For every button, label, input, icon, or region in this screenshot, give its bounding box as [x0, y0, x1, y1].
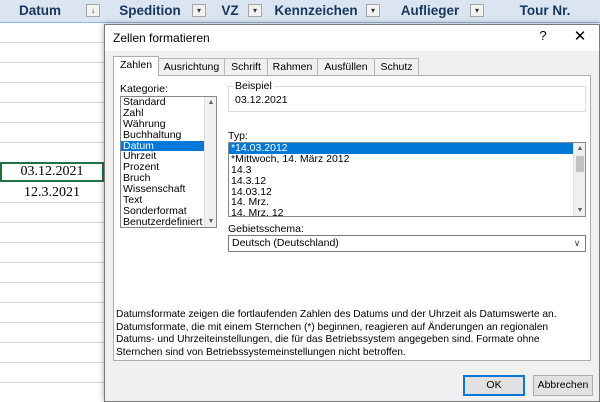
gridline — [0, 302, 105, 303]
format-description: Datumsformate zeigen die fortlaufenden Z… — [116, 309, 557, 358]
tab-zahlen[interactable]: Zahlen — [113, 56, 159, 76]
typ-label: Typ: — [228, 130, 248, 142]
filter-dropdown-icon[interactable]: ▾ — [248, 4, 262, 17]
gridline — [0, 342, 105, 343]
list-item[interactable]: 14.3.12 — [229, 175, 585, 187]
typ-scrollbar[interactable]: ▲ ▼ — [573, 143, 585, 216]
close-button[interactable]: ✕ — [571, 27, 589, 45]
beispiel-value: 03.12.2021 — [235, 94, 288, 106]
scroll-up-icon[interactable]: ▲ — [574, 143, 585, 154]
tab-ausfuellen[interactable]: Ausfüllen — [317, 58, 375, 75]
column-header-spedition[interactable]: Spedition — [110, 0, 190, 22]
table-header-row: Datum ↓ Spedition ▾ VZ ▾ Kennzeichen ▾ A… — [0, 0, 600, 23]
gridline — [0, 62, 105, 63]
gridline — [0, 322, 105, 323]
dialog-titlebar[interactable]: Zellen formatieren ? ✕ — [105, 25, 599, 51]
tab-label: Zahlen — [119, 59, 153, 71]
format-cells-dialog: Zellen formatieren ? ✕ Zahlen Ausrichtun… — [104, 24, 600, 402]
kategorie-listbox[interactable]: Standard Zahl Währung Buchhaltung Datum … — [120, 96, 217, 228]
filter-dropdown-icon[interactable]: ▾ — [192, 4, 206, 17]
tab-schrift[interactable]: Schrift — [224, 58, 268, 75]
cell-datum[interactable]: 12.3.2021 — [0, 183, 104, 203]
column-header-tour-nr[interactable]: Tour Nr. — [500, 0, 590, 22]
gridline — [0, 262, 105, 263]
cancel-button[interactable]: Abbrechen — [533, 375, 593, 396]
scroll-up-icon[interactable]: ▲ — [205, 97, 216, 108]
column-header-vz[interactable]: VZ — [212, 0, 248, 22]
scroll-thumb[interactable] — [576, 156, 584, 172]
cell-datum-active[interactable]: 03.12.2021 — [0, 162, 104, 182]
gridline — [0, 382, 105, 383]
gridline — [0, 222, 105, 223]
tab-panel-zahlen: Kategorie: Standard Zahl Währung Buchhal… — [113, 75, 591, 361]
column-header-kennzeichen[interactable]: Kennzeichen — [268, 0, 364, 22]
dialog-title: Zellen formatieren — [113, 31, 210, 45]
list-item[interactable]: 14. Mrz. 12 — [229, 208, 585, 216]
filter-dropdown-icon[interactable]: ▾ — [366, 4, 380, 17]
list-item[interactable]: Buchhaltung — [121, 129, 216, 141]
typ-listbox[interactable]: *14.03.2012 *Mittwoch, 14. März 2012 14.… — [228, 142, 586, 217]
scroll-down-icon[interactable]: ▼ — [574, 205, 585, 216]
gebietsschema-value: Deutsch (Deutschland) — [232, 237, 339, 249]
gridline — [0, 82, 105, 83]
tab-rahmen[interactable]: Rahmen — [267, 58, 318, 75]
beispiel-group: Beispiel 03.12.2021 — [228, 80, 586, 112]
gridline — [0, 142, 105, 143]
list-item[interactable]: 14.3 — [229, 164, 585, 176]
list-item[interactable]: Benutzerdefiniert — [121, 216, 216, 227]
gebietsschema-select[interactable]: Deutsch (Deutschland) ∨ — [228, 235, 586, 252]
filter-sort-icon[interactable]: ↓ — [86, 4, 100, 17]
gridline — [0, 42, 105, 43]
gridline — [0, 242, 105, 243]
column-header-auflieger[interactable]: Auflieger — [388, 0, 472, 22]
gridline — [0, 122, 105, 123]
tab-ausrichtung[interactable]: Ausrichtung — [158, 58, 225, 75]
gebietsschema-label: Gebietsschema: — [228, 223, 304, 235]
tab-schutz[interactable]: Schutz — [374, 58, 419, 75]
list-item[interactable]: 14.03.12 — [229, 186, 585, 198]
ok-button[interactable]: OK — [463, 375, 525, 396]
filter-dropdown-icon[interactable]: ▾ — [470, 4, 484, 17]
kategorie-label: Kategorie: — [120, 83, 168, 95]
gridline — [0, 282, 105, 283]
help-button[interactable]: ? — [535, 28, 551, 43]
list-item[interactable]: *Mittwoch, 14. März 2012 — [229, 153, 585, 165]
gridline — [0, 102, 105, 103]
kategorie-scrollbar[interactable]: ▲ ▼ — [204, 97, 216, 227]
scroll-down-icon[interactable]: ▼ — [205, 216, 216, 227]
gridline — [0, 362, 105, 363]
beispiel-label: Beispiel — [233, 80, 274, 92]
chevron-down-icon[interactable]: ∨ — [569, 236, 585, 251]
column-header-datum[interactable]: Datum — [0, 0, 80, 22]
